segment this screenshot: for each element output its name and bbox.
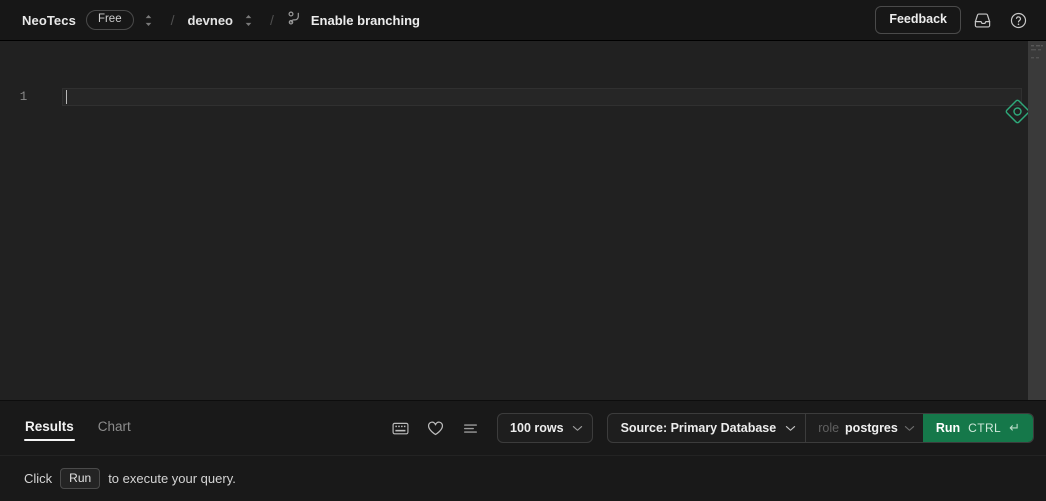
top-header: NeoTecs Free / devneo / Enable branching… xyxy=(0,0,1046,41)
header-actions: Feedback xyxy=(875,5,1033,35)
role-select[interactable]: role postgres xyxy=(806,414,923,442)
return-key-icon: ↵ xyxy=(1009,420,1020,435)
run-button-label: Run xyxy=(935,421,961,435)
scrollbar-minimap xyxy=(1030,44,1044,70)
row-limit-value: 100 rows xyxy=(510,421,564,435)
breadcrumb-separator-1: / xyxy=(170,12,175,28)
enable-branching-label: Enable branching xyxy=(310,12,420,28)
keyboard-shortcuts-icon[interactable] xyxy=(389,417,411,439)
editor-caret xyxy=(66,90,67,104)
tab-results[interactable]: Results xyxy=(24,401,75,455)
run-button[interactable]: Run CTRL ↵ xyxy=(922,414,1033,442)
breadcrumb-separator-2: / xyxy=(270,12,274,28)
brand-name[interactable]: NeoTecs xyxy=(22,13,76,28)
enable-branching-button[interactable]: Enable branching xyxy=(287,10,420,31)
status-message: Click Run to execute your query. xyxy=(24,468,236,489)
git-branch-icon xyxy=(287,10,302,31)
status-prefix: Click xyxy=(24,471,53,486)
app-root: NeoTecs Free / devneo / Enable branching… xyxy=(0,0,1046,501)
role-select-value: postgres xyxy=(845,421,898,435)
status-run-key: Run xyxy=(60,468,101,489)
inbox-icon[interactable] xyxy=(967,5,997,35)
results-panel: Results Chart 100 rows Source: Primary D… xyxy=(0,400,1046,501)
line-number-gutter: 1 xyxy=(0,41,47,400)
project-name[interactable]: devneo xyxy=(187,13,233,28)
status-suffix: to execute your query. xyxy=(108,471,236,486)
editor-vertical-scrollbar[interactable] xyxy=(1028,41,1046,400)
source-select[interactable]: Source: Primary Database xyxy=(608,414,806,442)
run-shortcut-label: CTRL xyxy=(968,421,1002,435)
status-bar: Click Run to execute your query. xyxy=(0,455,1046,501)
sql-editor[interactable]: 1 xyxy=(0,41,1046,400)
toolbar-icon-group xyxy=(389,417,481,439)
results-tabs: Results Chart xyxy=(24,401,132,455)
favorite-heart-icon[interactable] xyxy=(424,417,446,439)
chevron-up-down-icon[interactable] xyxy=(239,10,257,30)
plan-badge[interactable]: Free xyxy=(85,9,134,31)
chevron-up-down-icon[interactable] xyxy=(140,10,158,30)
source-select-value: Source: Primary Database xyxy=(620,421,777,435)
chevron-down-icon xyxy=(904,419,915,437)
breadcrumb: NeoTecs Free / devneo / Enable branching xyxy=(22,9,875,31)
help-circle-icon[interactable] xyxy=(1003,5,1033,35)
run-control-group: Source: Primary Database role postgres R… xyxy=(606,413,1034,443)
role-select-label: role xyxy=(818,421,840,435)
line-number: 1 xyxy=(19,90,28,104)
results-toolbar: Results Chart 100 rows Source: Primary D… xyxy=(0,401,1046,455)
chevron-down-icon xyxy=(572,421,583,435)
row-limit-select[interactable]: 100 rows xyxy=(497,413,593,443)
feedback-button[interactable]: Feedback xyxy=(875,6,961,34)
tab-chart[interactable]: Chart xyxy=(97,401,132,455)
query-history-icon[interactable] xyxy=(459,417,481,439)
chevron-down-icon xyxy=(785,421,796,435)
editor-active-line[interactable] xyxy=(62,88,1022,106)
